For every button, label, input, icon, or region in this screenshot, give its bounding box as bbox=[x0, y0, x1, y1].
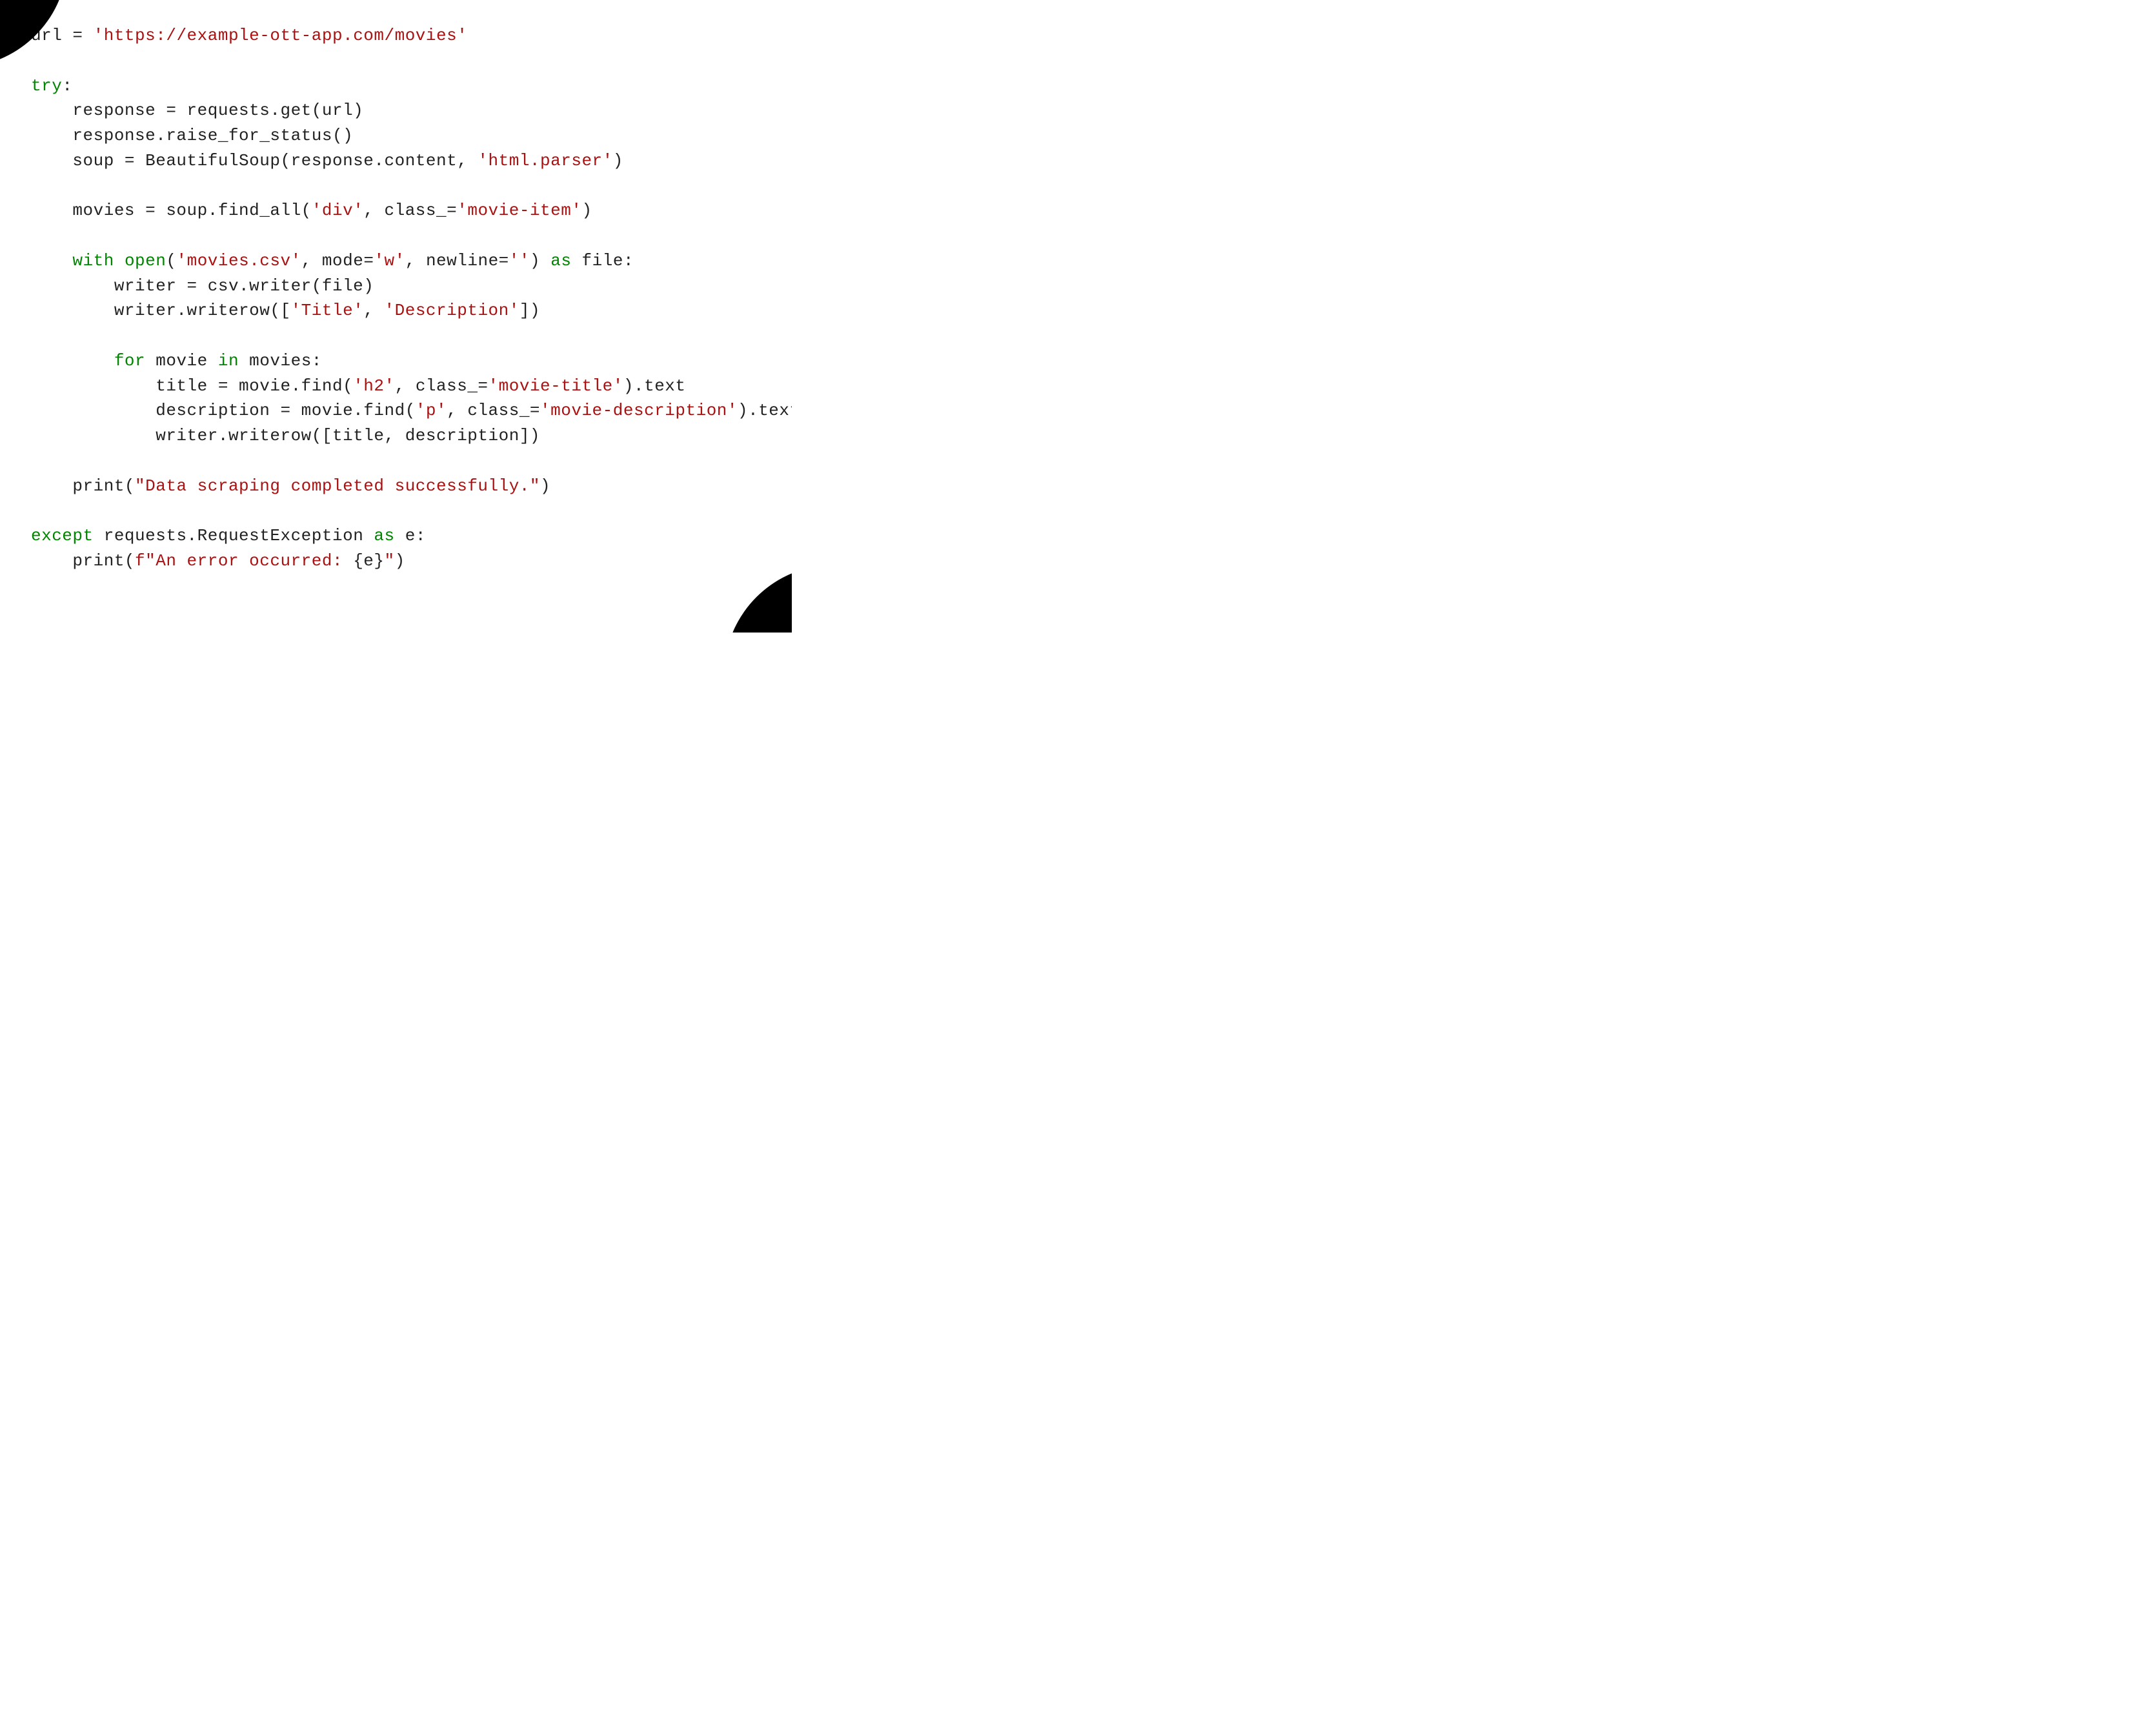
code-token: as bbox=[550, 251, 571, 270]
code-line: response.raise_for_status() bbox=[31, 126, 353, 145]
code-token: ).text bbox=[738, 401, 792, 420]
code-token: title = movie.find( bbox=[31, 376, 353, 396]
code-token: 'movie-item' bbox=[457, 201, 581, 220]
code-token: ) bbox=[613, 151, 623, 170]
code-token: 'movie-description' bbox=[540, 401, 738, 420]
code-line: writer.writerow([title, description]) bbox=[31, 426, 540, 445]
code-line: print(f"An error occurred: {e}") bbox=[31, 551, 405, 571]
code-token: 'Description' bbox=[385, 301, 519, 320]
code-token: ( bbox=[166, 251, 176, 270]
code-line: url = 'https://example-ott-app.com/movie… bbox=[31, 26, 467, 45]
code-token: " bbox=[385, 551, 395, 571]
code-line: description = movie.find('p', class_='mo… bbox=[31, 401, 792, 420]
code-token: movie bbox=[145, 351, 218, 370]
code-token: try bbox=[31, 76, 62, 96]
code-token: f"An error occurred: bbox=[135, 551, 353, 571]
code-token: writer.writerow([ bbox=[31, 301, 291, 320]
code-token: , class_= bbox=[363, 201, 457, 220]
code-token: , bbox=[363, 301, 384, 320]
code-token: 'html.parser' bbox=[478, 151, 612, 170]
code-token: description = movie.find( bbox=[31, 401, 416, 420]
code-token: for bbox=[114, 351, 145, 370]
code-token: , class_= bbox=[447, 401, 540, 420]
code-line: with open('movies.csv', mode='w', newlin… bbox=[31, 251, 634, 270]
code-line: title = movie.find('h2', class_='movie-t… bbox=[31, 376, 686, 396]
code-token: ) bbox=[540, 476, 550, 496]
code-token: soup = BeautifulSoup(response.content, bbox=[31, 151, 478, 170]
code-token bbox=[31, 251, 72, 270]
code-token: movies = soup.find_all( bbox=[31, 201, 312, 220]
code-block: url = 'https://example-ott-app.com/movie… bbox=[31, 23, 792, 574]
code-token: , newline= bbox=[405, 251, 509, 270]
code-token: response.raise_for_status() bbox=[31, 126, 353, 145]
code-line: writer.writerow(['Title', 'Description']… bbox=[31, 301, 540, 320]
code-token: ) bbox=[395, 551, 405, 571]
code-token: open bbox=[125, 251, 166, 270]
code-token: with bbox=[72, 251, 114, 270]
code-token: 'movie-title' bbox=[489, 376, 623, 396]
code-token: response = requests.get(url) bbox=[31, 101, 363, 120]
code-token: , mode= bbox=[301, 251, 374, 270]
code-token: 'https://example-ott-app.com/movies' bbox=[94, 26, 468, 45]
code-token: in bbox=[218, 351, 239, 370]
code-token: as bbox=[374, 526, 394, 545]
code-token: {e} bbox=[353, 551, 384, 571]
code-token: '' bbox=[509, 251, 530, 270]
code-token: print( bbox=[31, 551, 135, 571]
code-token: : bbox=[62, 76, 72, 96]
code-token: e: bbox=[395, 526, 426, 545]
code-token bbox=[31, 351, 114, 370]
code-token: , class_= bbox=[395, 376, 489, 396]
code-token: ).text bbox=[623, 376, 686, 396]
code-line: try: bbox=[31, 76, 72, 96]
code-viewport: url = 'https://example-ott-app.com/movie… bbox=[0, 0, 792, 633]
code-token: movies: bbox=[239, 351, 322, 370]
code-token: 'movies.csv' bbox=[176, 251, 301, 270]
code-token: ) bbox=[581, 201, 592, 220]
code-token: 'h2' bbox=[353, 376, 394, 396]
code-token: except bbox=[31, 526, 94, 545]
code-token: print( bbox=[31, 476, 135, 496]
code-token: file: bbox=[571, 251, 634, 270]
code-line: soup = BeautifulSoup(response.content, '… bbox=[31, 151, 623, 170]
code-token: "Data scraping completed successfully." bbox=[135, 476, 540, 496]
code-token bbox=[114, 251, 125, 270]
code-token: requests.RequestException bbox=[94, 526, 374, 545]
code-line: response = requests.get(url) bbox=[31, 101, 363, 120]
code-line: print("Data scraping completed successfu… bbox=[31, 476, 550, 496]
code-token: writer = csv.writer(file) bbox=[31, 276, 374, 296]
code-line: except requests.RequestException as e: bbox=[31, 526, 426, 545]
code-line: movies = soup.find_all('div', class_='mo… bbox=[31, 201, 592, 220]
code-token: ]) bbox=[519, 301, 540, 320]
code-line: for movie in movies: bbox=[31, 351, 322, 370]
code-token: writer.writerow([title, description]) bbox=[31, 426, 540, 445]
corner-decor-bottom-right bbox=[723, 563, 792, 633]
code-token: 'Title' bbox=[291, 301, 364, 320]
code-token: 'w' bbox=[374, 251, 405, 270]
code-token: 'div' bbox=[312, 201, 364, 220]
code-token: 'p' bbox=[416, 401, 447, 420]
code-line: writer = csv.writer(file) bbox=[31, 276, 374, 296]
code-token: ) bbox=[530, 251, 550, 270]
